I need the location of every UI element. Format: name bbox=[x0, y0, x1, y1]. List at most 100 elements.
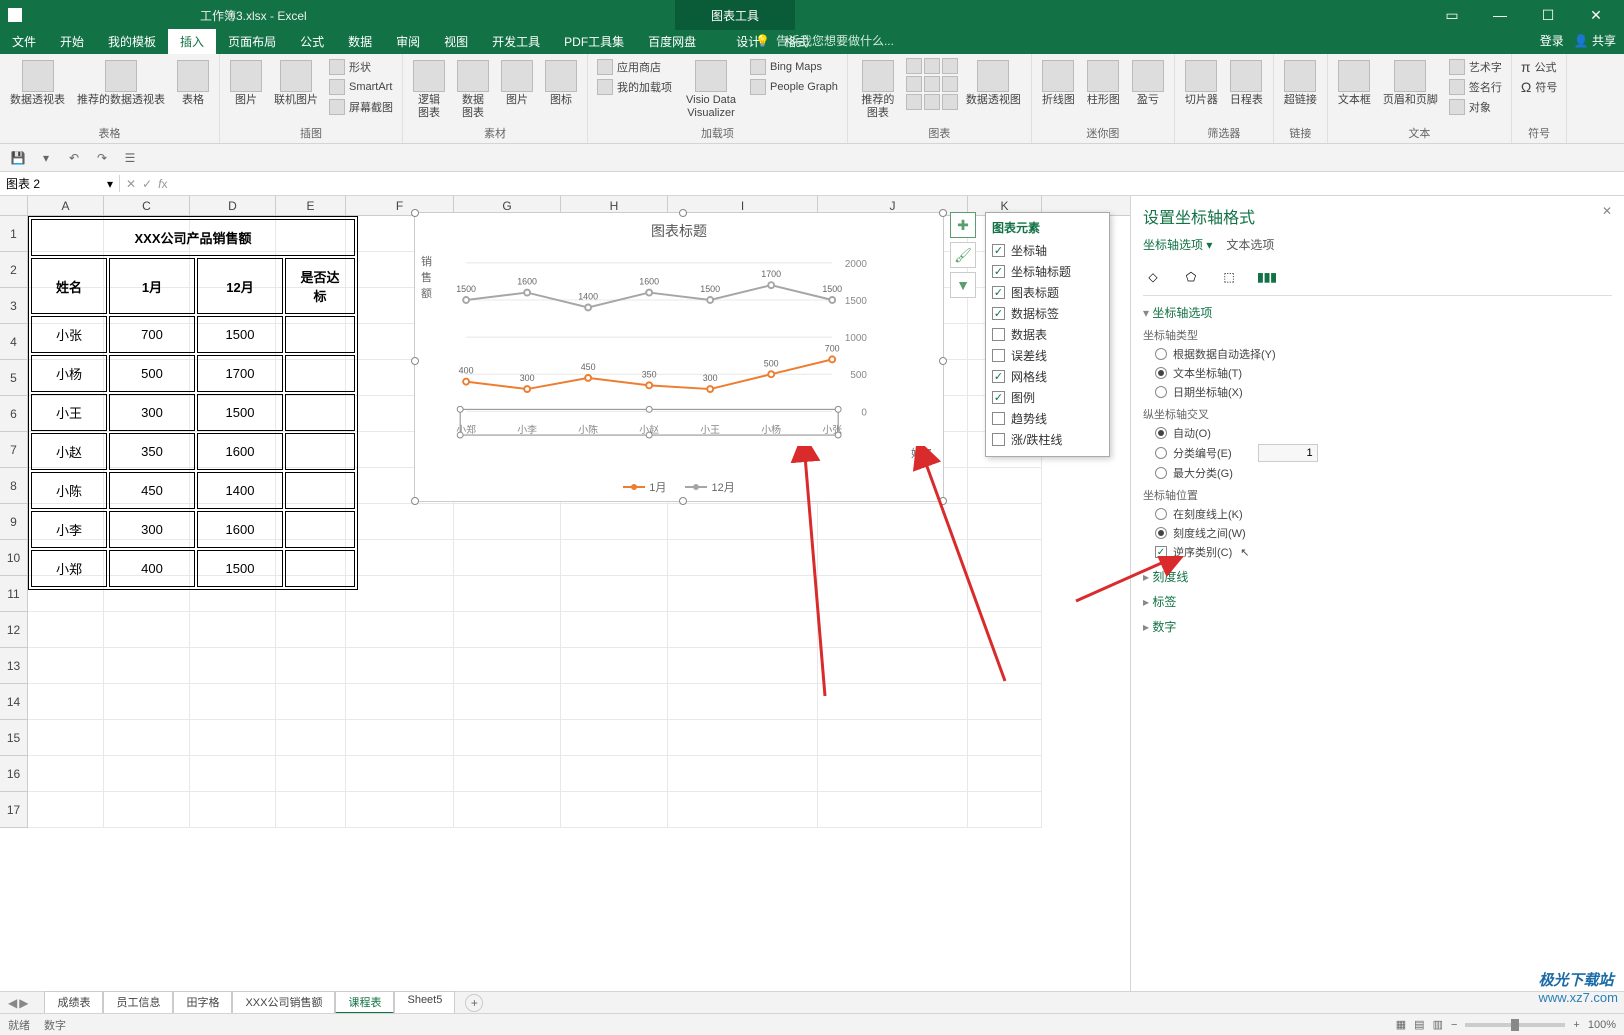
icon-button[interactable]: 图标 bbox=[541, 58, 581, 109]
tab-review[interactable]: 审阅 bbox=[384, 29, 432, 54]
table-button[interactable]: 表格 bbox=[173, 58, 213, 109]
chart-type-btn[interactable] bbox=[924, 76, 940, 92]
chart-element-item[interactable]: 图表标题 bbox=[992, 282, 1103, 303]
minimize-button[interactable]: — bbox=[1480, 0, 1520, 30]
text-options-tab[interactable]: 文本选项 bbox=[1226, 236, 1274, 253]
maximize-button[interactable]: ☐ bbox=[1528, 0, 1568, 30]
hyperlink-button[interactable]: 超链接 bbox=[1280, 58, 1321, 109]
pivot-table-button[interactable]: 数据透视表 bbox=[6, 58, 69, 109]
resize-handle[interactable] bbox=[411, 209, 419, 217]
recommended-pivot-button[interactable]: 推荐的数据透视表 bbox=[73, 58, 169, 109]
online-picture-button[interactable]: 联机图片 bbox=[270, 58, 322, 109]
row-header[interactable]: 16 bbox=[0, 756, 27, 792]
row-header[interactable]: 15 bbox=[0, 720, 27, 756]
textbox-button[interactable]: 文本框 bbox=[1334, 58, 1375, 109]
screenshot-button[interactable]: 屏幕截图 bbox=[326, 98, 396, 116]
select-all-corner[interactable] bbox=[0, 196, 28, 215]
slicer-button[interactable]: 切片器 bbox=[1181, 58, 1222, 109]
redo-icon[interactable]: ↷ bbox=[92, 148, 112, 168]
tab-formulas[interactable]: 公式 bbox=[288, 29, 336, 54]
sparkline-winloss-button[interactable]: 盈亏 bbox=[1128, 58, 1168, 109]
radio-option[interactable]: 文本坐标轴(T) bbox=[1155, 365, 1612, 381]
resize-handle[interactable] bbox=[939, 357, 947, 365]
smartart-button[interactable]: SmartArt bbox=[326, 78, 396, 96]
row-header[interactable]: 5 bbox=[0, 360, 27, 396]
row-header[interactable]: 13 bbox=[0, 648, 27, 684]
close-button[interactable]: ✕ bbox=[1576, 0, 1616, 30]
chart-type-btn[interactable] bbox=[906, 94, 922, 110]
tab-insert[interactable]: 插入 bbox=[168, 29, 216, 54]
enter-formula-icon[interactable]: ✓ bbox=[142, 177, 152, 191]
view-page-icon[interactable]: ▤ bbox=[1414, 1018, 1424, 1031]
effects-icon[interactable]: ⬠ bbox=[1181, 267, 1201, 287]
radio-option[interactable]: 根据数据自动选择(Y) bbox=[1155, 346, 1612, 362]
size-icon[interactable]: ⬚ bbox=[1219, 267, 1239, 287]
tickmarks-section[interactable]: 刻度线 bbox=[1143, 568, 1612, 585]
row-header[interactable]: 4 bbox=[0, 324, 27, 360]
chart-legend[interactable]: 1月 12月 bbox=[415, 479, 943, 495]
equation-button[interactable]: π公式 bbox=[1518, 58, 1560, 76]
radio-option[interactable]: 自动(O) bbox=[1155, 425, 1612, 441]
chart-element-item[interactable]: 图例 bbox=[992, 387, 1103, 408]
sparkline-line-button[interactable]: 折线图 bbox=[1038, 58, 1079, 109]
tab-view[interactable]: 视图 bbox=[432, 29, 480, 54]
worksheet[interactable]: A C D E F G H I J K 1 2 3 4 5 6 7 8 9 10 bbox=[0, 196, 1130, 991]
bing-maps-button[interactable]: Bing Maps bbox=[747, 58, 841, 76]
chart-element-item[interactable]: 趋势线 bbox=[992, 408, 1103, 429]
wordart-button[interactable]: 艺术字 bbox=[1446, 58, 1505, 76]
picture-button-2[interactable]: 图片 bbox=[497, 58, 537, 109]
chart-type-btn[interactable] bbox=[906, 76, 922, 92]
row-header[interactable]: 6 bbox=[0, 396, 27, 432]
sheet-nav-next-icon[interactable]: ▶ bbox=[19, 996, 28, 1010]
tell-me[interactable]: 💡 告诉我您想要做什么... bbox=[755, 32, 894, 49]
sheet-nav-prev-icon[interactable]: ◀ bbox=[8, 996, 17, 1010]
chart-element-item[interactable]: 数据标签 bbox=[992, 303, 1103, 324]
chart-title[interactable]: 图表标题 bbox=[415, 213, 943, 249]
tab-templates[interactable]: 我的模板 bbox=[96, 29, 168, 54]
fx-icon[interactable]: fx bbox=[158, 177, 167, 191]
login-link[interactable]: 登录 bbox=[1540, 32, 1564, 49]
chart-type-btn[interactable] bbox=[942, 58, 958, 74]
zoom-level[interactable]: 100% bbox=[1588, 1019, 1616, 1031]
sheet-tab[interactable]: 田字格 bbox=[173, 991, 232, 1014]
chart-type-btn[interactable] bbox=[924, 58, 940, 74]
resize-handle[interactable] bbox=[939, 497, 947, 505]
chart-element-item[interactable]: 坐标轴 bbox=[992, 240, 1103, 261]
row-header[interactable]: 14 bbox=[0, 684, 27, 720]
radio-option[interactable]: 在刻度线上(K) bbox=[1155, 506, 1612, 522]
sparkline-column-button[interactable]: 柱形图 bbox=[1083, 58, 1124, 109]
chart-element-item[interactable]: 坐标轴标题 bbox=[992, 261, 1103, 282]
view-break-icon[interactable]: ▥ bbox=[1433, 1018, 1443, 1031]
zoom-slider[interactable] bbox=[1465, 1023, 1565, 1027]
row-header[interactable]: 7 bbox=[0, 432, 27, 468]
row-header[interactable]: 11 bbox=[0, 576, 27, 612]
chart-element-item[interactable]: 数据表 bbox=[992, 324, 1103, 345]
sheet-tab[interactable]: 成绩表 bbox=[44, 991, 103, 1014]
logic-chart-button[interactable]: 逻辑图表 bbox=[409, 58, 449, 122]
chart-element-item[interactable]: 误差线 bbox=[992, 345, 1103, 366]
row-header[interactable]: 3 bbox=[0, 288, 27, 324]
chart[interactable]: 图表标题 销售额 0500100015002000小郑小李小陈小赵小王小杨小张1… bbox=[414, 212, 944, 502]
add-sheet-button[interactable]: + bbox=[465, 994, 483, 1012]
zoom-out-icon[interactable]: − bbox=[1451, 1019, 1457, 1031]
col-header[interactable]: A bbox=[28, 196, 104, 215]
ribbon-display-options[interactable]: ▭ bbox=[1432, 0, 1472, 30]
radio-option[interactable]: 最大分类(G) bbox=[1155, 465, 1612, 481]
axis-options-tab[interactable]: 坐标轴选项 ▾ bbox=[1143, 236, 1212, 253]
people-graph-button[interactable]: People Graph bbox=[747, 78, 841, 96]
view-normal-icon[interactable]: ▦ bbox=[1396, 1018, 1406, 1031]
chart-plot-area[interactable]: 0500100015002000小郑小李小陈小赵小王小杨小张1500160014… bbox=[455, 253, 873, 441]
sheet-tab[interactable]: XXX公司销售额 bbox=[232, 991, 335, 1014]
pivot-chart-button[interactable]: 数据透视图 bbox=[962, 58, 1025, 109]
shapes-button[interactable]: 形状 bbox=[326, 58, 396, 76]
object-button[interactable]: 对象 bbox=[1446, 98, 1505, 116]
col-header[interactable]: C bbox=[104, 196, 190, 215]
radio-option[interactable]: 分类编号(E) bbox=[1155, 444, 1612, 462]
resize-handle[interactable] bbox=[411, 357, 419, 365]
save-icon[interactable]: 💾 bbox=[8, 148, 28, 168]
tab-data[interactable]: 数据 bbox=[336, 29, 384, 54]
labels-section[interactable]: 标签 bbox=[1143, 593, 1612, 610]
chart-filter-button[interactable]: ▼ bbox=[950, 272, 976, 298]
row-header[interactable]: 17 bbox=[0, 792, 27, 828]
chart-element-item[interactable]: 涨/跌柱线 bbox=[992, 429, 1103, 450]
